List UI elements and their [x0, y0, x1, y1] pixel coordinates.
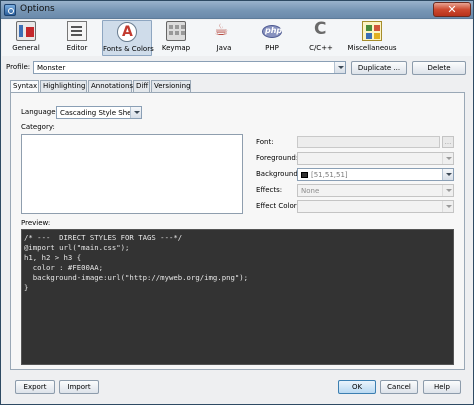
chevron-down-icon[interactable] — [442, 201, 453, 212]
options-window: Options ✕ General Editor Fonts & Colors … — [0, 0, 474, 405]
background-select[interactable]: [51,51,51] — [297, 168, 454, 181]
background-value: [51,51,51] — [311, 171, 348, 179]
font-field[interactable] — [297, 136, 440, 148]
toolbar-item-miscellaneous[interactable]: Miscellaneous — [346, 20, 398, 56]
toolbar-item-editor[interactable]: Editor — [54, 20, 100, 56]
import-button[interactable]: Import — [59, 380, 99, 394]
preview-code: /* --- DIRECT STYLES FOR TAGS ---*/ @imp… — [24, 233, 249, 292]
app-icon — [4, 4, 16, 16]
editor-icon — [67, 21, 87, 41]
toolbar-item-general[interactable]: General — [2, 20, 50, 56]
toolbar-item-label: PHP — [265, 44, 279, 52]
toolbar-item-label: Keymap — [161, 44, 191, 52]
toolbar-item-label: C/C++ — [309, 44, 333, 52]
preview-pane: /* --- DIRECT STYLES FOR TAGS ---*/ @imp… — [21, 229, 454, 365]
preview-label: Preview: — [21, 219, 51, 227]
background-label: Background: — [256, 170, 301, 178]
toolbar-item-label: Editor — [66, 44, 88, 52]
chevron-down-icon[interactable] — [442, 185, 453, 196]
title-bar[interactable]: Options ✕ — [1, 1, 473, 19]
toolbar-item-label: Java — [216, 44, 232, 52]
tab-versioning[interactable]: Versioning — [151, 80, 191, 92]
language-value: Cascading Style Sheet — [60, 109, 139, 117]
keymap-icon — [166, 21, 186, 41]
cpp-icon — [311, 19, 331, 41]
effects-select[interactable]: None — [297, 184, 454, 197]
profile-label: Profile: — [6, 63, 31, 71]
foreground-select[interactable] — [297, 152, 454, 165]
toolbar-item-php[interactable]: PHP — [250, 20, 294, 56]
help-button[interactable]: Help — [423, 380, 461, 394]
java-icon — [214, 20, 234, 41]
chevron-down-icon[interactable] — [442, 169, 453, 180]
delete-button[interactable]: Delete — [412, 61, 466, 75]
effect-color-label: Effect Color: — [256, 202, 299, 210]
tab-highlighting[interactable]: Highlighting — [40, 80, 87, 92]
tab-diff[interactable]: Diff — [133, 80, 150, 92]
toolbar-item-java[interactable]: Java — [202, 20, 246, 56]
font-browse-button[interactable]: ... — [442, 136, 454, 148]
foreground-label: Foreground: — [256, 154, 299, 162]
toolbar-item-label: Fonts & Colors — [103, 45, 154, 53]
toolbar-item-label: Miscellaneous — [347, 44, 397, 52]
profile-value: Monster — [37, 64, 66, 72]
chevron-down-icon[interactable] — [130, 107, 141, 118]
toolbar-item-fonts-colors[interactable]: Fonts & Colors — [102, 20, 154, 56]
button-bar: Export Import OK Cancel Help — [1, 377, 473, 399]
effect-color-select[interactable] — [297, 200, 454, 213]
effects-value: None — [301, 187, 320, 195]
cancel-button[interactable]: Cancel — [380, 380, 418, 394]
language-select[interactable]: Cascading Style Sheet — [56, 106, 142, 119]
tab-annotations[interactable]: Annotations — [88, 80, 133, 92]
export-button[interactable]: Export — [15, 380, 55, 394]
toolbar-item-label: General — [12, 44, 40, 52]
duplicate-button[interactable]: Duplicate ... — [351, 61, 407, 75]
chevron-down-icon[interactable] — [442, 153, 453, 164]
close-button[interactable]: ✕ — [433, 2, 471, 17]
effects-label: Effects: — [256, 186, 283, 194]
toolbar-item-keymap[interactable]: Keymap — [154, 20, 198, 56]
ok-button[interactable]: OK — [338, 380, 376, 394]
chevron-down-icon[interactable] — [334, 62, 345, 73]
language-label: Language: — [21, 108, 58, 116]
profile-select[interactable]: Monster — [33, 61, 346, 74]
category-toolbar: General Editor Fonts & Colors Keymap Jav… — [2, 19, 472, 56]
color-swatch — [301, 172, 308, 178]
fonts-colors-icon — [117, 22, 137, 42]
window-title: Options — [20, 4, 55, 14]
miscellaneous-icon — [362, 21, 382, 41]
category-list[interactable] — [21, 134, 243, 214]
font-label: Font: — [256, 138, 274, 146]
general-icon — [16, 21, 36, 41]
php-icon — [262, 25, 282, 38]
profile-row: Profile: Monster Duplicate ... Delete — [1, 61, 473, 77]
category-label: Category: — [21, 123, 55, 131]
toolbar-item-cpp[interactable]: C/C++ — [298, 19, 344, 56]
